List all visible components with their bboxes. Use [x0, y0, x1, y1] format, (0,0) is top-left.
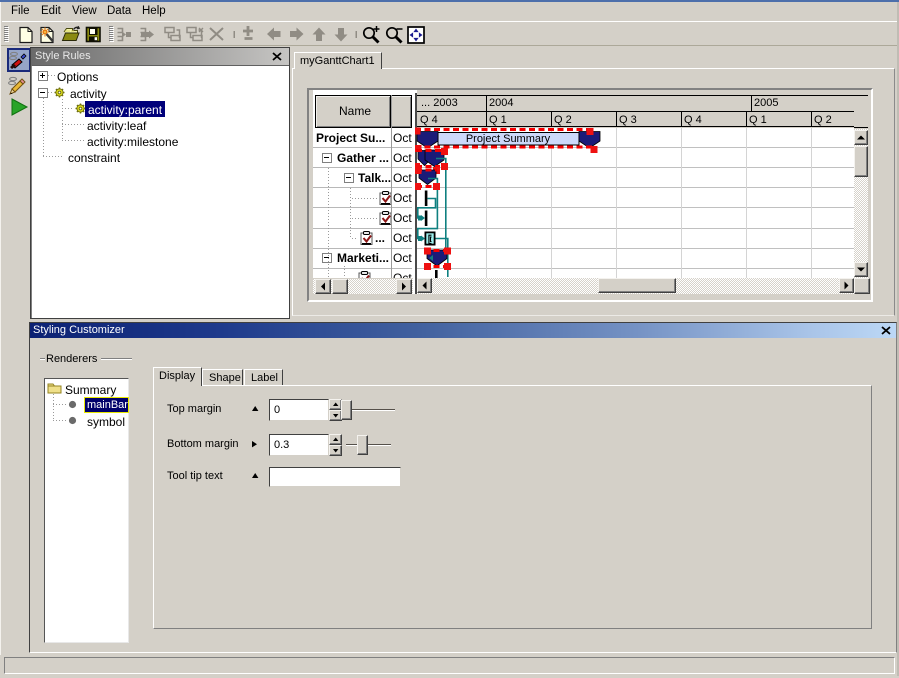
svg-text:Project Summary: Project Summary: [466, 133, 551, 145]
